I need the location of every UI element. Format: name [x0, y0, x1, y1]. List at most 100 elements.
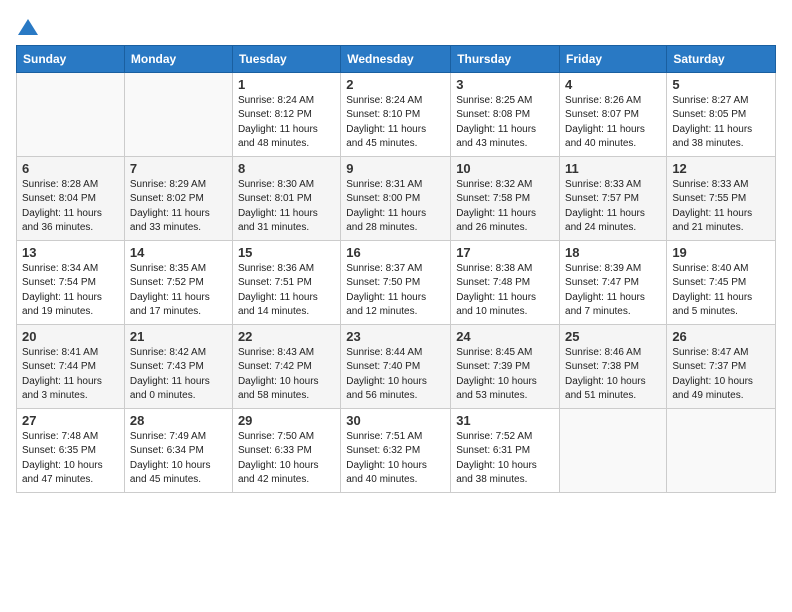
- day-info: Sunrise: 8:33 AM Sunset: 7:57 PM Dayligh…: [565, 178, 661, 236]
- day-number: 22: [238, 329, 335, 344]
- day-number: 28: [130, 413, 227, 428]
- calendar-day-cell: 8 Sunrise: 8:30 AM Sunset: 8:01 PM Daylig…: [232, 156, 340, 240]
- calendar-day-cell: 23 Sunrise: 8:44 AM Sunset: 7:40 PM Dayli…: [341, 324, 451, 408]
- day-info: Sunrise: 8:47 AM Sunset: 7:37 PM Dayligh…: [672, 346, 770, 404]
- calendar-day-cell: 20 Sunrise: 8:41 AM Sunset: 7:44 PM Dayli…: [17, 324, 125, 408]
- day-number: 11: [565, 161, 661, 176]
- weekday-header-row: SundayMondayTuesdayWednesdayThursdayFrid…: [17, 45, 776, 72]
- day-number: 10: [456, 161, 554, 176]
- weekday-header-saturday: Saturday: [667, 45, 776, 72]
- weekday-header-thursday: Thursday: [451, 45, 560, 72]
- calendar-day-cell: 11 Sunrise: 8:33 AM Sunset: 7:57 PM Dayli…: [560, 156, 667, 240]
- calendar-day-cell: 9Sunrise: 8:31 AM Sunset: 8:00 PM Daylig…: [341, 156, 451, 240]
- day-info: Sunrise: 8:40 AM Sunset: 7:45 PM Dayligh…: [672, 262, 770, 320]
- day-info: Sunrise: 8:46 AM Sunset: 7:38 PM Dayligh…: [565, 346, 661, 404]
- day-number: 27: [22, 413, 119, 428]
- calendar-day-cell: 18Sunrise: 8:39 AM Sunset: 7:47 PM Dayli…: [560, 240, 667, 324]
- calendar-table: SundayMondayTuesdayWednesdayThursdayFrid…: [16, 45, 776, 493]
- header: [16, 16, 776, 37]
- day-number: 12: [672, 161, 770, 176]
- day-info: Sunrise: 8:31 AM Sunset: 8:00 PM Dayligh…: [346, 178, 445, 236]
- day-number: 19: [672, 245, 770, 260]
- day-number: 23: [346, 329, 445, 344]
- calendar-day-cell: 6 Sunrise: 8:28 AM Sunset: 8:04 PM Daylig…: [17, 156, 125, 240]
- calendar-day-cell: 1 Sunrise: 8:24 AM Sunset: 8:12 PM Daylig…: [232, 72, 340, 156]
- calendar-day-cell: 27 Sunrise: 7:48 AM Sunset: 6:35 PM Dayli…: [17, 408, 125, 492]
- day-info: Sunrise: 8:38 AM Sunset: 7:48 PM Dayligh…: [456, 262, 554, 320]
- calendar-day-cell: 10 Sunrise: 8:32 AM Sunset: 7:58 PM Dayli…: [451, 156, 560, 240]
- logo-icon: [17, 18, 39, 36]
- day-info: Sunrise: 8:45 AM Sunset: 7:39 PM Dayligh…: [456, 346, 554, 404]
- day-info: Sunrise: 8:44 AM Sunset: 7:40 PM Dayligh…: [346, 346, 445, 404]
- calendar-day-cell: [667, 408, 776, 492]
- day-info: Sunrise: 7:50 AM Sunset: 6:33 PM Dayligh…: [238, 430, 335, 488]
- day-info: Sunrise: 7:48 AM Sunset: 6:35 PM Dayligh…: [22, 430, 119, 488]
- day-number: 6: [22, 161, 119, 176]
- day-info: Sunrise: 7:51 AM Sunset: 6:32 PM Dayligh…: [346, 430, 445, 488]
- day-info: Sunrise: 8:24 AM Sunset: 8:12 PM Dayligh…: [238, 94, 335, 152]
- day-info: Sunrise: 8:37 AM Sunset: 7:50 PM Dayligh…: [346, 262, 445, 320]
- day-number: 14: [130, 245, 227, 260]
- day-number: 16: [346, 245, 445, 260]
- day-number: 29: [238, 413, 335, 428]
- day-info: Sunrise: 8:29 AM Sunset: 8:02 PM Dayligh…: [130, 178, 227, 236]
- day-number: 13: [22, 245, 119, 260]
- day-info: Sunrise: 7:49 AM Sunset: 6:34 PM Dayligh…: [130, 430, 227, 488]
- calendar-day-cell: 25 Sunrise: 8:46 AM Sunset: 7:38 PM Dayli…: [560, 324, 667, 408]
- day-number: 7: [130, 161, 227, 176]
- day-info: Sunrise: 8:28 AM Sunset: 8:04 PM Dayligh…: [22, 178, 119, 236]
- weekday-header-wednesday: Wednesday: [341, 45, 451, 72]
- calendar-day-cell: 14 Sunrise: 8:35 AM Sunset: 7:52 PM Dayli…: [124, 240, 232, 324]
- day-info: Sunrise: 8:24 AM Sunset: 8:10 PM Dayligh…: [346, 94, 445, 152]
- day-info: Sunrise: 7:52 AM Sunset: 6:31 PM Dayligh…: [456, 430, 554, 488]
- calendar-week-row: 13 Sunrise: 8:34 AM Sunset: 7:54 PM Dayli…: [17, 240, 776, 324]
- calendar-week-row: 1 Sunrise: 8:24 AM Sunset: 8:12 PM Daylig…: [17, 72, 776, 156]
- day-number: 8: [238, 161, 335, 176]
- calendar-day-cell: 21Sunrise: 8:42 AM Sunset: 7:43 PM Dayli…: [124, 324, 232, 408]
- calendar-day-cell: 7 Sunrise: 8:29 AM Sunset: 8:02 PM Daylig…: [124, 156, 232, 240]
- calendar-day-cell: 3Sunrise: 8:25 AM Sunset: 8:08 PM Daylig…: [451, 72, 560, 156]
- page: SundayMondayTuesdayWednesdayThursdayFrid…: [0, 0, 792, 509]
- calendar-day-cell: 5Sunrise: 8:27 AM Sunset: 8:05 PM Daylig…: [667, 72, 776, 156]
- calendar-day-cell: [17, 72, 125, 156]
- day-number: 18: [565, 245, 661, 260]
- calendar-day-cell: [560, 408, 667, 492]
- weekday-header-tuesday: Tuesday: [232, 45, 340, 72]
- day-info: Sunrise: 8:30 AM Sunset: 8:01 PM Dayligh…: [238, 178, 335, 236]
- logo-text: [16, 16, 40, 37]
- calendar-day-cell: 22Sunrise: 8:43 AM Sunset: 7:42 PM Dayli…: [232, 324, 340, 408]
- day-number: 2: [346, 77, 445, 92]
- calendar-week-row: 27 Sunrise: 7:48 AM Sunset: 6:35 PM Dayli…: [17, 408, 776, 492]
- day-info: Sunrise: 8:34 AM Sunset: 7:54 PM Dayligh…: [22, 262, 119, 320]
- day-info: Sunrise: 8:41 AM Sunset: 7:44 PM Dayligh…: [22, 346, 119, 404]
- calendar-day-cell: 29 Sunrise: 7:50 AM Sunset: 6:33 PM Dayli…: [232, 408, 340, 492]
- day-info: Sunrise: 8:32 AM Sunset: 7:58 PM Dayligh…: [456, 178, 554, 236]
- weekday-header-friday: Friday: [560, 45, 667, 72]
- day-number: 31: [456, 413, 554, 428]
- day-info: Sunrise: 8:33 AM Sunset: 7:55 PM Dayligh…: [672, 178, 770, 236]
- calendar-day-cell: 31 Sunrise: 7:52 AM Sunset: 6:31 PM Dayli…: [451, 408, 560, 492]
- day-number: 20: [22, 329, 119, 344]
- day-info: Sunrise: 8:26 AM Sunset: 8:07 PM Dayligh…: [565, 94, 661, 152]
- calendar-day-cell: 17 Sunrise: 8:38 AM Sunset: 7:48 PM Dayli…: [451, 240, 560, 324]
- calendar-week-row: 6 Sunrise: 8:28 AM Sunset: 8:04 PM Daylig…: [17, 156, 776, 240]
- day-number: 21: [130, 329, 227, 344]
- day-number: 25: [565, 329, 661, 344]
- day-number: 4: [565, 77, 661, 92]
- calendar-week-row: 20 Sunrise: 8:41 AM Sunset: 7:44 PM Dayli…: [17, 324, 776, 408]
- calendar-day-cell: 28 Sunrise: 7:49 AM Sunset: 6:34 PM Dayli…: [124, 408, 232, 492]
- day-info: Sunrise: 8:35 AM Sunset: 7:52 PM Dayligh…: [130, 262, 227, 320]
- weekday-header-monday: Monday: [124, 45, 232, 72]
- calendar-day-cell: 19 Sunrise: 8:40 AM Sunset: 7:45 PM Dayli…: [667, 240, 776, 324]
- day-info: Sunrise: 8:27 AM Sunset: 8:05 PM Dayligh…: [672, 94, 770, 152]
- day-number: 17: [456, 245, 554, 260]
- calendar-day-cell: 30 Sunrise: 7:51 AM Sunset: 6:32 PM Dayli…: [341, 408, 451, 492]
- calendar-day-cell: 26Sunrise: 8:47 AM Sunset: 7:37 PM Dayli…: [667, 324, 776, 408]
- logo: [16, 16, 40, 37]
- day-number: 3: [456, 77, 554, 92]
- weekday-header-sunday: Sunday: [17, 45, 125, 72]
- calendar-day-cell: 24Sunrise: 8:45 AM Sunset: 7:39 PM Dayli…: [451, 324, 560, 408]
- day-number: 30: [346, 413, 445, 428]
- calendar-day-cell: 15Sunrise: 8:36 AM Sunset: 7:51 PM Dayli…: [232, 240, 340, 324]
- day-number: 1: [238, 77, 335, 92]
